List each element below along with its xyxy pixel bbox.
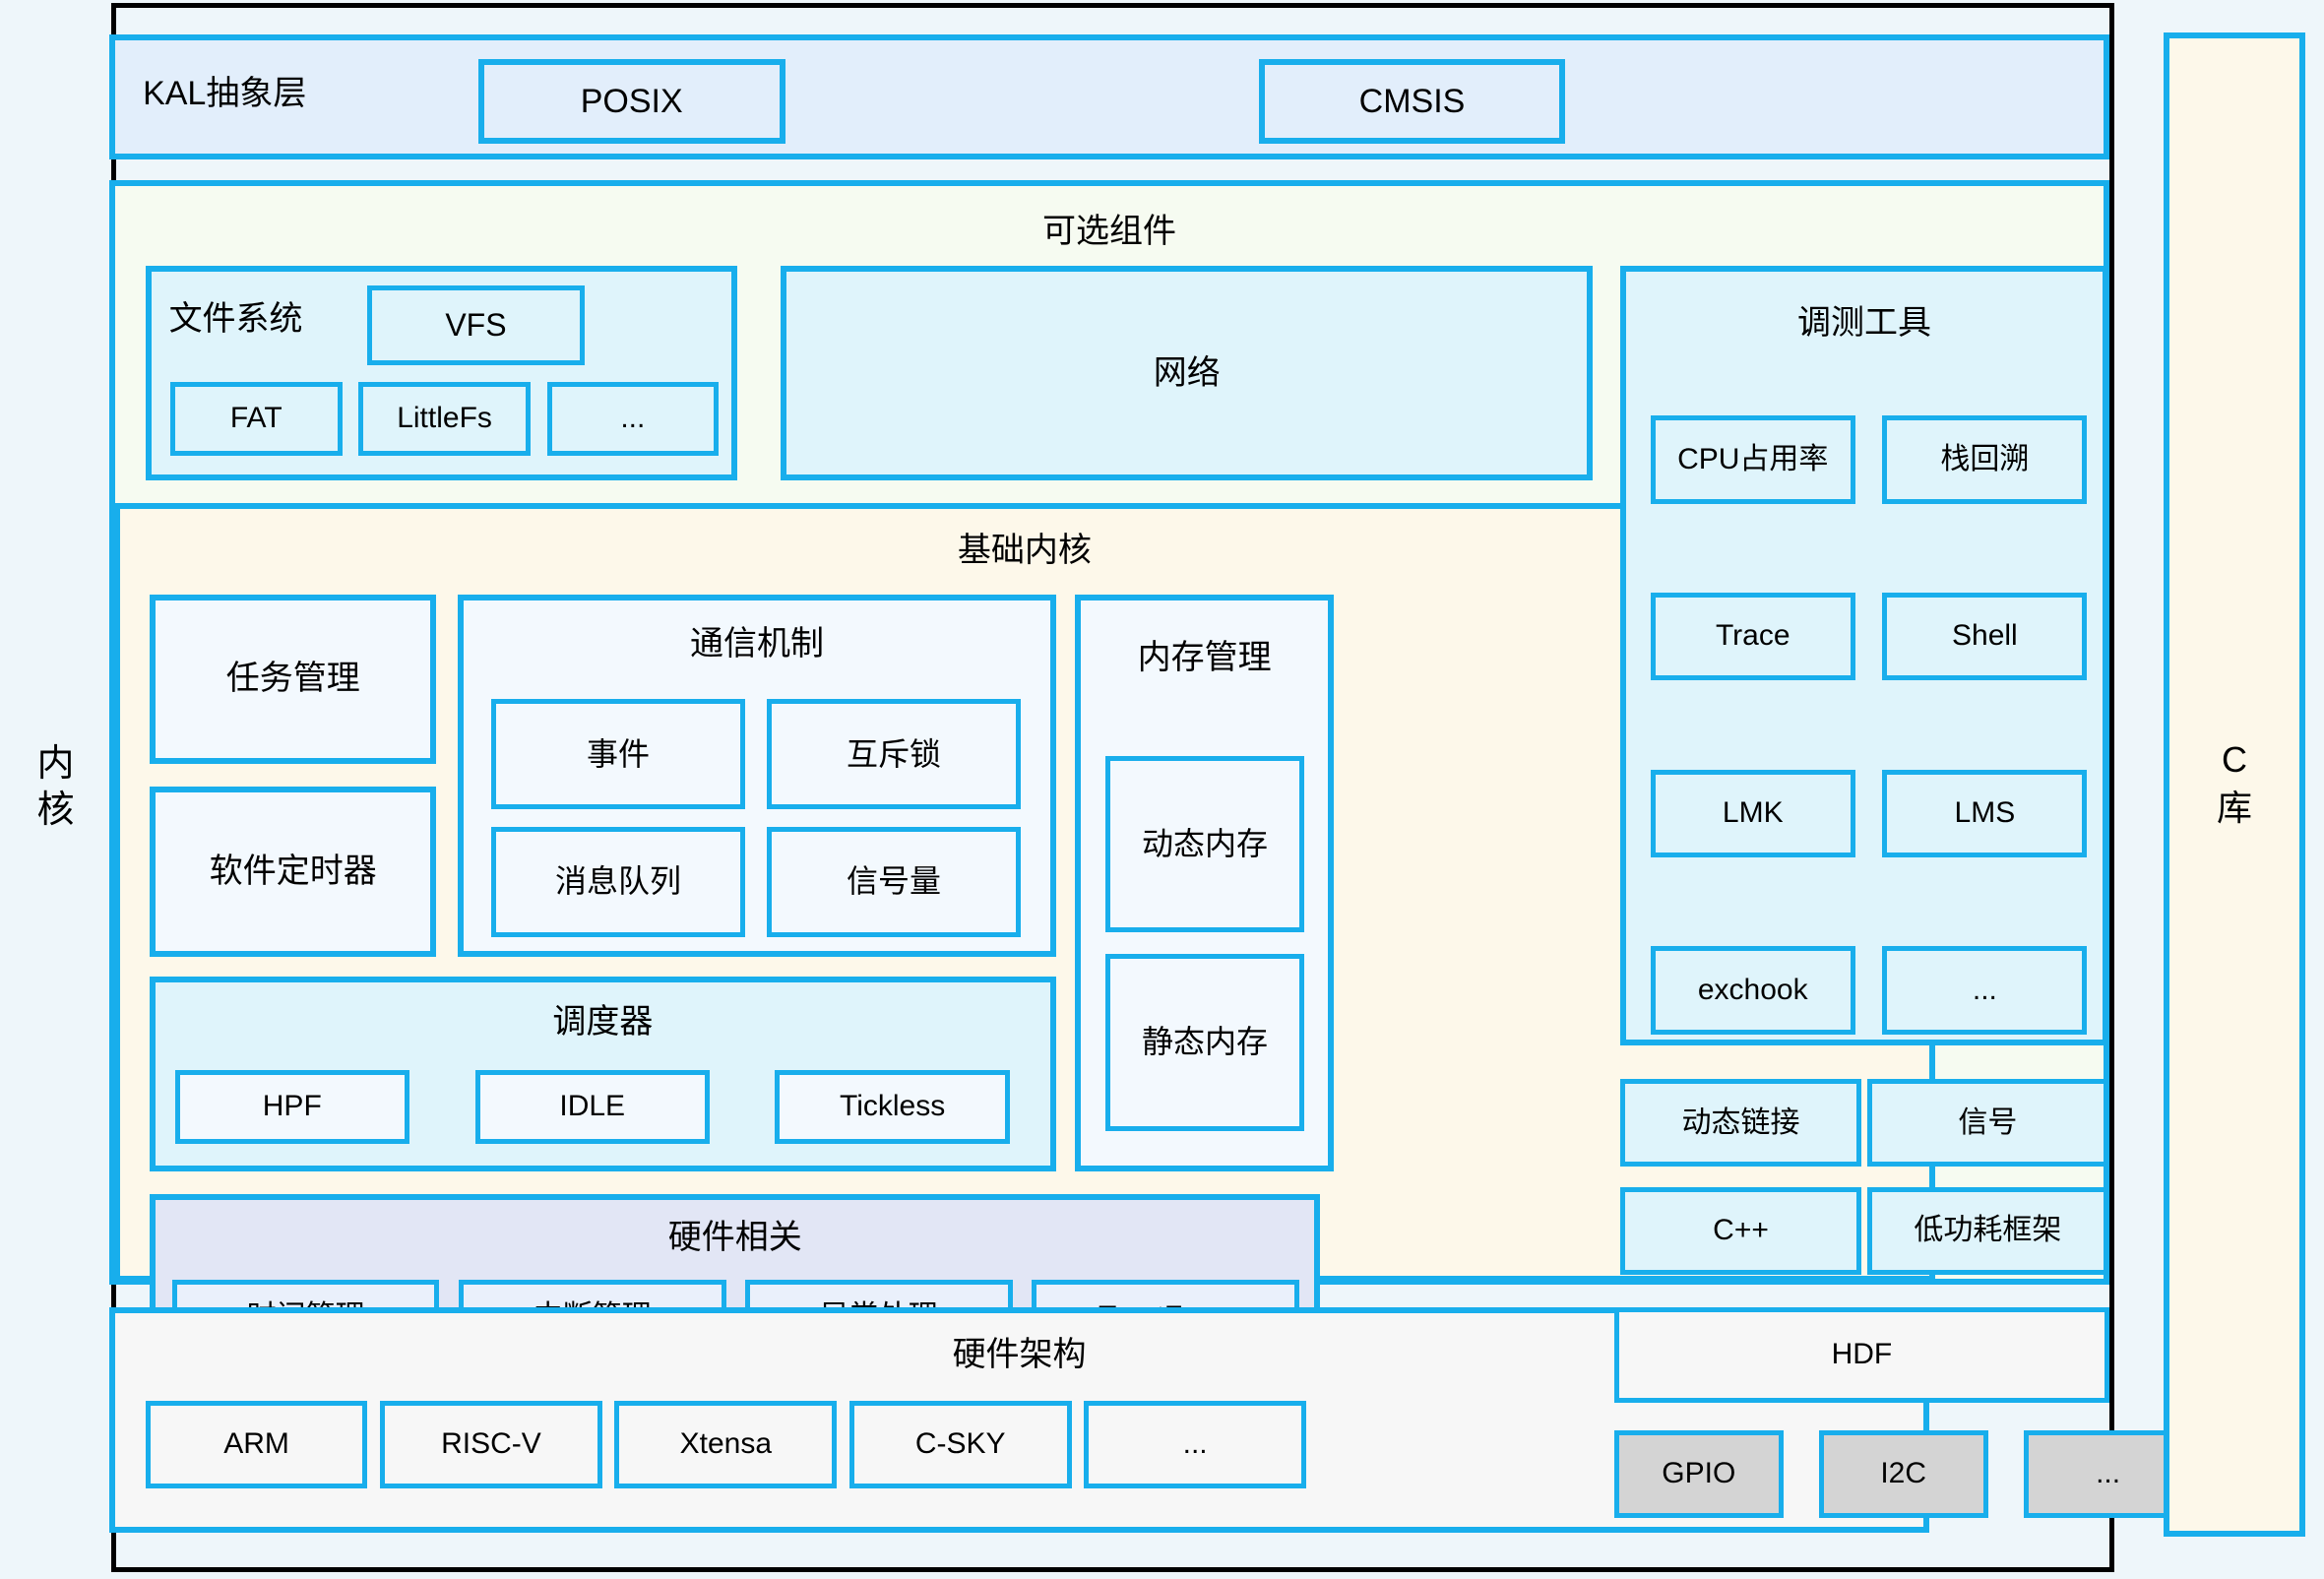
c-library-column: C库 (2164, 32, 2305, 1537)
debug-tools-item-exchook[interactable]: exchook (1650, 946, 1855, 1035)
hardware-arch-item-csky[interactable]: C-SKY (848, 1400, 1072, 1488)
kernel-side-label-text: 内核 (36, 742, 75, 832)
optional-components-title: 可选组件 (1042, 213, 1177, 251)
scheduler-title: 调度器 (552, 1002, 654, 1041)
debug-tools-item-stack-trace[interactable]: 栈回溯 (1882, 415, 2088, 504)
filesystem-item-vfs[interactable]: VFS (366, 285, 586, 365)
hardware-related-title: 硬件相关 (667, 1219, 802, 1257)
ipc-item-message-queue[interactable]: 消息队列 (491, 826, 745, 937)
extra-item-dynamic-link[interactable]: 动态链接 (1619, 1079, 1862, 1168)
memory-management-group: 内存管理 动态内存 静态内存 (1074, 594, 1335, 1172)
hardware-arch-item-riscv[interactable]: RISC-V (379, 1400, 602, 1488)
hdf-item-i2c[interactable]: I2C (1818, 1429, 1988, 1518)
task-management-box[interactable]: 任务管理 (150, 594, 437, 765)
kal-item-posix[interactable]: POSIX (477, 58, 785, 145)
ipc-item-semaphore[interactable]: 信号量 (767, 826, 1021, 937)
filesystem-item-fat[interactable]: FAT (169, 381, 343, 456)
hardware-arch-item-xtensa[interactable]: Xtensa (614, 1400, 838, 1488)
memory-item-dynamic[interactable]: 动态内存 (1104, 755, 1305, 933)
ipc-title: 通信机制 (689, 624, 824, 663)
architecture-diagram: 内核 KAL抽象层 POSIX CMSIS 可选组件 文件系统 VFS FAT … (0, 0, 2324, 1579)
kernel-outer-frame: KAL抽象层 POSIX CMSIS 可选组件 文件系统 VFS FAT Lit… (109, 3, 2193, 1572)
debug-tools-item-cpu-usage[interactable]: CPU占用率 (1650, 415, 1855, 504)
filesystem-item-littlefs[interactable]: LittleFs (358, 381, 531, 456)
ipc-item-mutex[interactable]: 互斥锁 (767, 699, 1021, 810)
scheduler-group: 调度器 HPF IDLE Tickless (150, 976, 1056, 1171)
hdf-box[interactable]: HDF (1613, 1306, 2109, 1404)
debug-tools-title: 调测工具 (1796, 303, 1931, 342)
memory-management-title: 内存管理 (1137, 638, 1272, 676)
kal-layer-title: KAL抽象层 (143, 75, 307, 113)
debug-tools-item-shell[interactable]: Shell (1882, 593, 2088, 681)
scheduler-item-tickless[interactable]: Tickless (775, 1069, 1010, 1144)
hdf-item-gpio[interactable]: GPIO (1613, 1429, 1784, 1518)
extra-item-signal[interactable]: 信号 (1866, 1079, 2109, 1168)
extra-item-cpp[interactable]: C++ (1619, 1186, 1862, 1275)
kernel-side-label: 内核 (0, 3, 111, 1572)
scheduler-item-idle[interactable]: IDLE (474, 1069, 710, 1144)
filesystem-group: 文件系统 VFS FAT LittleFs ... (145, 265, 738, 481)
network-box[interactable]: 网络 (781, 265, 1594, 481)
debug-tools-group: 调测工具 CPU占用率 栈回溯 Trace Shell LMK LMS exch… (1619, 265, 2109, 1045)
extra-item-low-power[interactable]: 低功耗框架 (1866, 1186, 2109, 1275)
memory-item-static[interactable]: 静态内存 (1104, 953, 1305, 1131)
ipc-item-event[interactable]: 事件 (491, 699, 745, 810)
scheduler-item-hpf[interactable]: HPF (174, 1069, 409, 1144)
hardware-arch-item-arm[interactable]: ARM (145, 1400, 368, 1488)
kal-layer: KAL抽象层 POSIX CMSIS (109, 34, 2109, 159)
kal-item-cmsis[interactable]: CMSIS (1258, 58, 1566, 145)
debug-tools-item-trace[interactable]: Trace (1650, 593, 1855, 681)
optional-components: 可选组件 文件系统 VFS FAT LittleFs ... 网络 基础内核 任… (109, 180, 2109, 1367)
software-timer-box[interactable]: 软件定时器 (150, 787, 437, 957)
hardware-arch-item-more[interactable]: ... (1084, 1400, 1307, 1488)
debug-tools-item-lms[interactable]: LMS (1882, 769, 2088, 857)
ipc-group: 通信机制 事件 互斥锁 消息队列 信号量 (458, 594, 1056, 957)
debug-tools-item-more[interactable]: ... (1882, 946, 2088, 1035)
c-library-label: C库 (2216, 739, 2252, 828)
filesystem-title: 文件系统 (168, 299, 303, 338)
debug-tools-item-lmk[interactable]: LMK (1650, 769, 1855, 857)
filesystem-item-more[interactable]: ... (546, 381, 720, 456)
